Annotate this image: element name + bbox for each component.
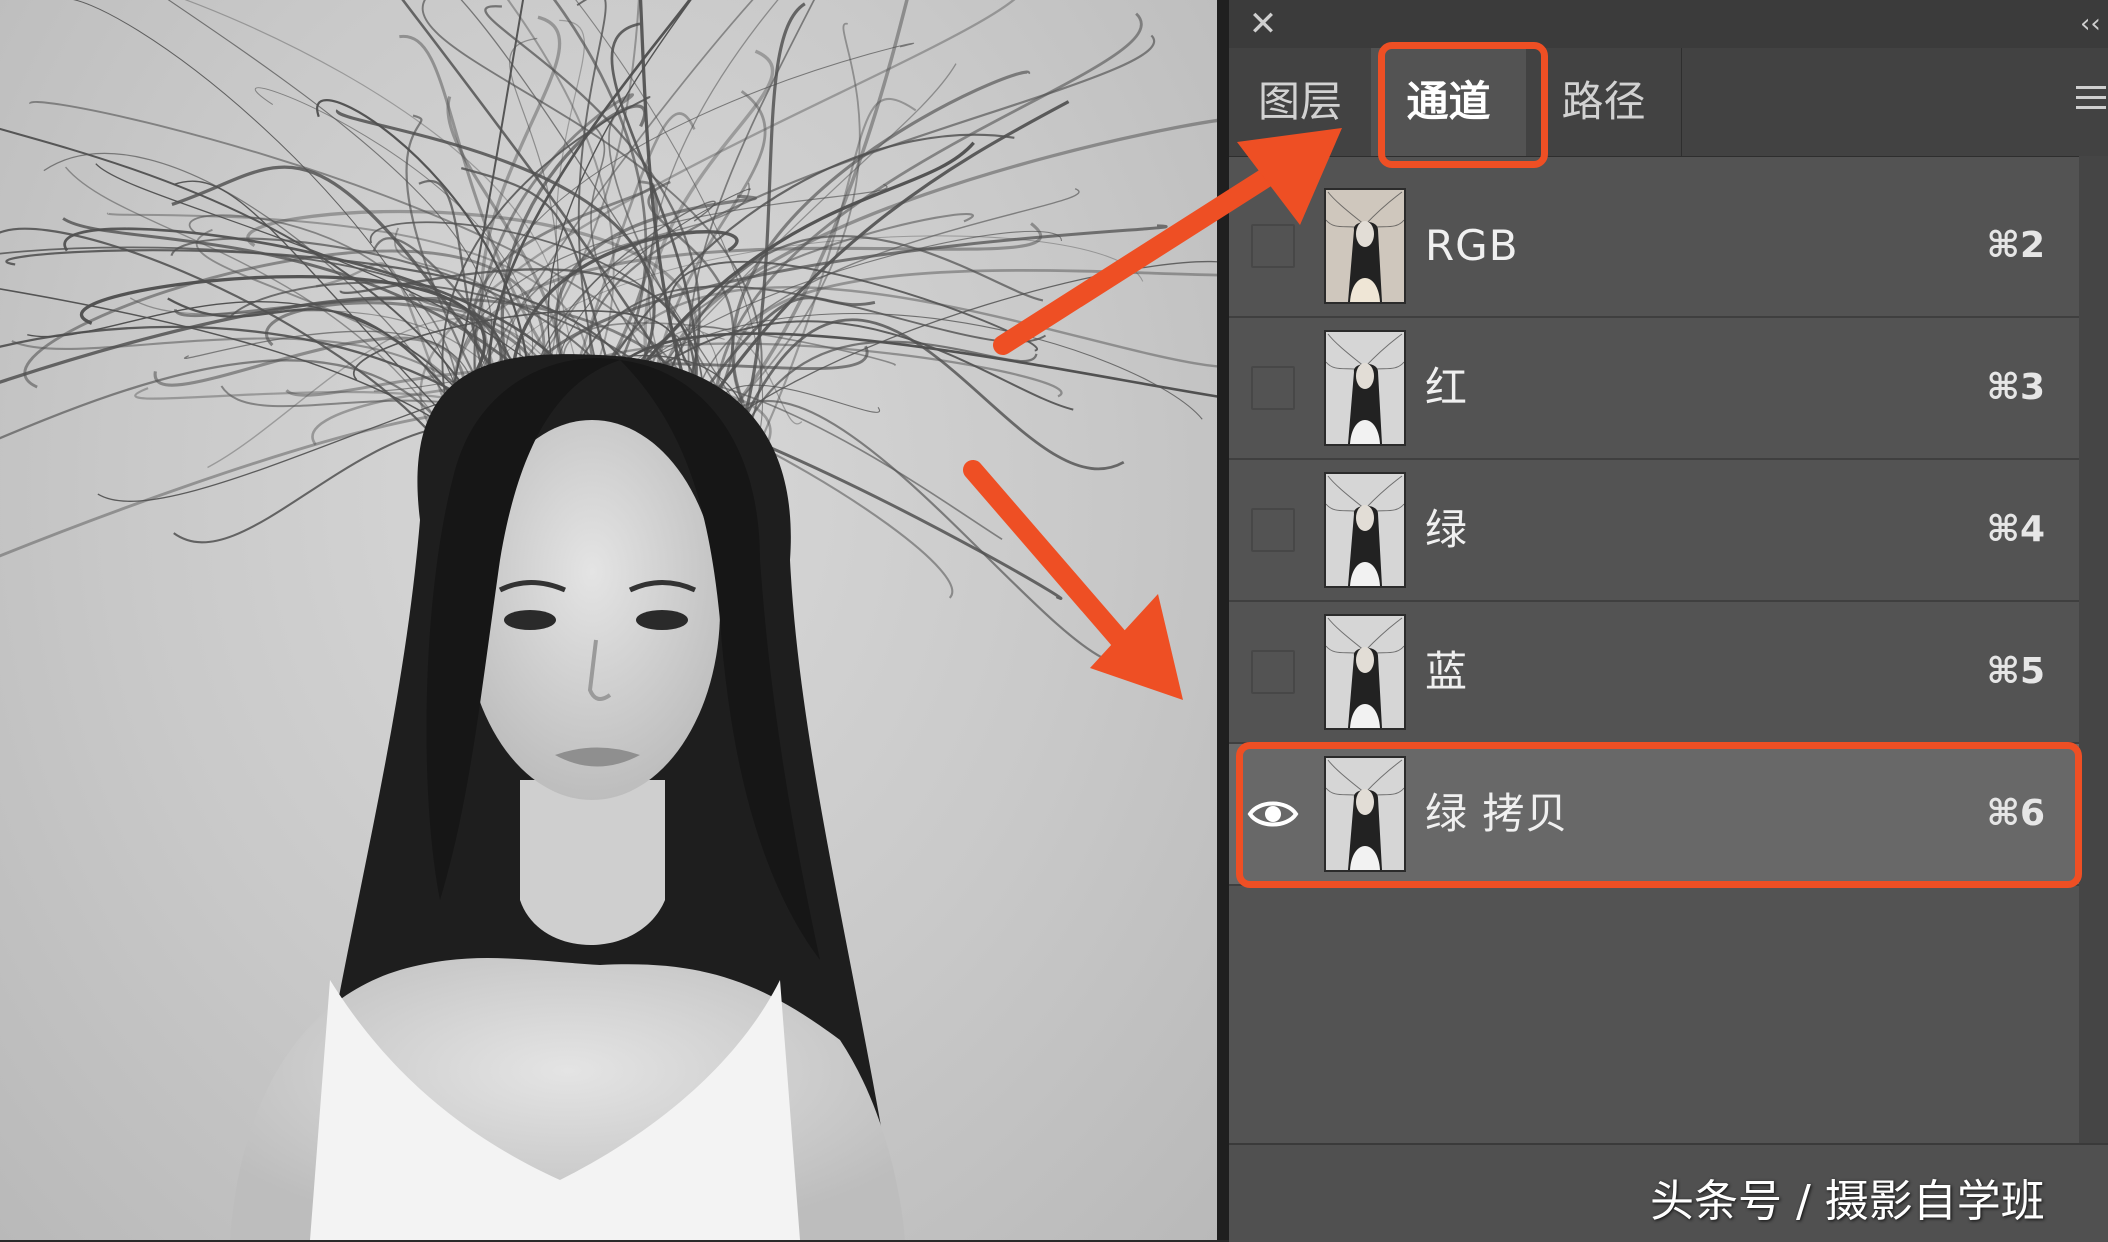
portrait-image: [0, 0, 1217, 1240]
tab-layers[interactable]: 图层: [1229, 48, 1371, 156]
tab-highlight-box: [1378, 42, 1548, 168]
panel-menu-icon[interactable]: [2076, 86, 2106, 116]
channel-name: 蓝: [1425, 647, 1469, 696]
channels-panel: ✕ ‹‹ 图层 通道 路径 RGB ⌘2 红 ⌘3 绿 ⌘4 蓝 ⌘5 绿 拷贝…: [1229, 0, 2108, 1242]
tab-paths[interactable]: 路径: [1526, 48, 1682, 156]
visibility-toggle[interactable]: [1251, 650, 1295, 694]
panel-tabbar: 图层 通道 路径: [1229, 48, 2108, 157]
channel-shortcut: ⌘4: [1986, 509, 2045, 550]
channel-thumbnail: [1324, 472, 1406, 588]
panel-divider: [1217, 0, 1229, 1240]
collapse-icon[interactable]: ‹‹: [2080, 8, 2108, 40]
channel-row-blue[interactable]: 蓝 ⌘5: [1229, 602, 2079, 744]
channel-name: 绿: [1425, 505, 1469, 554]
row-highlight-box: [1236, 742, 2082, 888]
channel-thumbnail: [1324, 614, 1406, 730]
watermark-text: 头条号 / 摄影自学班: [1650, 1176, 2045, 1227]
channel-shortcut: ⌘2: [1986, 225, 2045, 266]
channel-row-red[interactable]: 红 ⌘3: [1229, 318, 2079, 460]
channel-shortcut: ⌘5: [1986, 651, 2045, 692]
channel-row-rgb[interactable]: RGB ⌘2: [1229, 176, 2079, 318]
panel-titlebar: ✕ ‹‹: [1229, 0, 2108, 48]
close-icon[interactable]: ✕: [1245, 6, 1281, 42]
panel-scrollbar[interactable]: [2079, 156, 2108, 1156]
visibility-toggle[interactable]: [1251, 508, 1295, 552]
visibility-toggle[interactable]: [1251, 224, 1295, 268]
channel-shortcut: ⌘3: [1986, 367, 2045, 408]
channel-thumbnail: [1324, 330, 1406, 446]
canvas-photo: [0, 0, 1217, 1240]
channel-name: 红: [1425, 363, 1469, 412]
visibility-toggle[interactable]: [1251, 366, 1295, 410]
channel-thumbnail: [1324, 188, 1406, 304]
channel-row-green[interactable]: 绿 ⌘4: [1229, 460, 2079, 602]
channel-name: RGB: [1425, 221, 1519, 270]
